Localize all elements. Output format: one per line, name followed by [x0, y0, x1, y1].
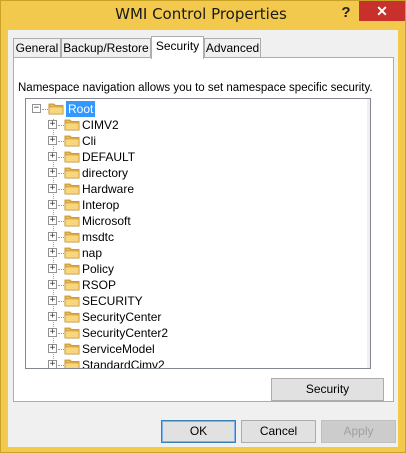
- namespace-tree[interactable]: + StandardCimv2 + ServiceModel + SecurityCent…: [25, 98, 371, 369]
- expand-icon[interactable]: +: [48, 264, 57, 273]
- tree-item[interactable]: + StandardCimv2: [26, 357, 366, 369]
- tree-item[interactable]: + Interop: [26, 197, 366, 213]
- expand-icon[interactable]: +: [48, 168, 57, 177]
- dialog-client: General Backup/Restore Security Advanced…: [8, 30, 398, 447]
- dialog-window: WMI Control Properties ? ✕ General Backu…: [0, 0, 406, 453]
- folder-icon: [64, 118, 80, 131]
- tree-item[interactable]: + directory: [26, 165, 366, 181]
- tree-item[interactable]: + Hardware: [26, 181, 366, 197]
- tree-item[interactable]: + ServiceModel: [26, 341, 366, 357]
- tree-item-label: SECURITY: [82, 294, 143, 308]
- tree-item[interactable]: + nap: [26, 245, 366, 261]
- expand-icon[interactable]: +: [48, 120, 57, 129]
- tree-item[interactable]: + Microsoft: [26, 213, 366, 229]
- tree-item[interactable]: + RSOP: [26, 277, 366, 293]
- ok-button[interactable]: OK: [161, 420, 236, 443]
- namespace-description: Namespace navigation allows you to set n…: [18, 82, 373, 94]
- expand-icon[interactable]: +: [48, 328, 57, 337]
- title-bar[interactable]: WMI Control Properties ? ✕: [1, 1, 405, 30]
- tree-vertical-scrollbar[interactable]: ▲ ▼: [367, 99, 371, 368]
- scroll-up-icon[interactable]: ▲: [367, 99, 370, 116]
- folder-icon: [64, 134, 80, 147]
- window-title: WMI Control Properties: [115, 5, 287, 23]
- tree-item-label: Interop: [82, 198, 120, 212]
- expand-icon[interactable]: +: [48, 200, 57, 209]
- tab-security[interactable]: Security: [151, 36, 204, 59]
- expand-icon[interactable]: +: [48, 360, 57, 368]
- tree-item[interactable]: + SecurityCenter: [26, 309, 366, 325]
- security-button[interactable]: Security: [271, 378, 384, 401]
- tree-item[interactable]: + DEFAULT: [26, 149, 366, 165]
- tree-item-label: nap: [82, 246, 103, 260]
- folder-icon: [64, 230, 80, 243]
- expand-icon[interactable]: +: [48, 280, 57, 289]
- tree-item-label: ServiceModel: [82, 342, 155, 356]
- tree-item-label: DEFAULT: [82, 150, 136, 164]
- tab-general[interactable]: General: [13, 38, 61, 58]
- tree-item[interactable]: + CIMV2: [26, 117, 366, 133]
- tree-item-label: Policy: [82, 262, 115, 276]
- collapse-icon[interactable]: −: [32, 104, 41, 113]
- folder-icon: [64, 150, 80, 163]
- tab-backup-restore[interactable]: Backup/Restore: [61, 38, 151, 58]
- expand-icon[interactable]: +: [48, 216, 57, 225]
- tree-item[interactable]: + SecurityCenter2: [26, 325, 366, 341]
- folder-icon: [64, 182, 80, 195]
- expand-icon[interactable]: +: [48, 136, 57, 145]
- expand-icon[interactable]: +: [48, 344, 57, 353]
- expand-icon[interactable]: +: [48, 232, 57, 241]
- folder-icon: [48, 102, 64, 115]
- tree-item-label: StandardCimv2: [82, 358, 165, 369]
- tree-item-label: directory: [82, 166, 129, 180]
- expand-icon[interactable]: +: [48, 184, 57, 193]
- folder-icon: [64, 246, 80, 259]
- scroll-thumb[interactable]: [370, 121, 371, 311]
- tree-item-label: Hardware: [82, 182, 135, 196]
- folder-icon: [64, 310, 80, 323]
- tree-item-label: CIMV2: [82, 118, 119, 132]
- help-button[interactable]: ?: [335, 3, 357, 23]
- tree-item[interactable]: + msdtc: [26, 229, 366, 245]
- tree-root-item[interactable]: − Root: [26, 101, 366, 117]
- expand-icon[interactable]: +: [48, 152, 57, 161]
- folder-icon: [64, 278, 80, 291]
- tree-item[interactable]: + SECURITY: [26, 293, 366, 309]
- tree-item-label: Microsoft: [82, 214, 131, 228]
- tree-item-label: msdtc: [82, 230, 115, 244]
- folder-icon: [64, 166, 80, 179]
- folder-icon: [64, 326, 80, 339]
- folder-icon: [64, 198, 80, 211]
- tree-item-label: SecurityCenter: [82, 310, 162, 324]
- scroll-down-icon[interactable]: ▼: [367, 351, 370, 368]
- expand-icon[interactable]: +: [48, 296, 57, 305]
- folder-icon: [64, 358, 80, 368]
- folder-icon: [64, 214, 80, 227]
- folder-icon: [64, 294, 80, 307]
- folder-icon: [64, 342, 80, 355]
- expand-icon[interactable]: +: [48, 248, 57, 257]
- apply-button: Apply: [321, 420, 396, 443]
- cancel-button[interactable]: Cancel: [241, 420, 316, 443]
- close-button[interactable]: ✕: [359, 1, 405, 21]
- tree-item[interactable]: + Cli: [26, 133, 366, 149]
- tree-item-label: RSOP: [82, 278, 117, 292]
- tab-advanced[interactable]: Advanced: [204, 38, 261, 58]
- tree-item-label: Cli: [82, 134, 96, 148]
- folder-icon: [64, 262, 80, 275]
- tree-item[interactable]: + Policy: [26, 261, 366, 277]
- expand-icon[interactable]: +: [48, 312, 57, 321]
- tree-item-label: SecurityCenter2: [82, 326, 169, 340]
- tree-item-label: Root: [66, 101, 96, 117]
